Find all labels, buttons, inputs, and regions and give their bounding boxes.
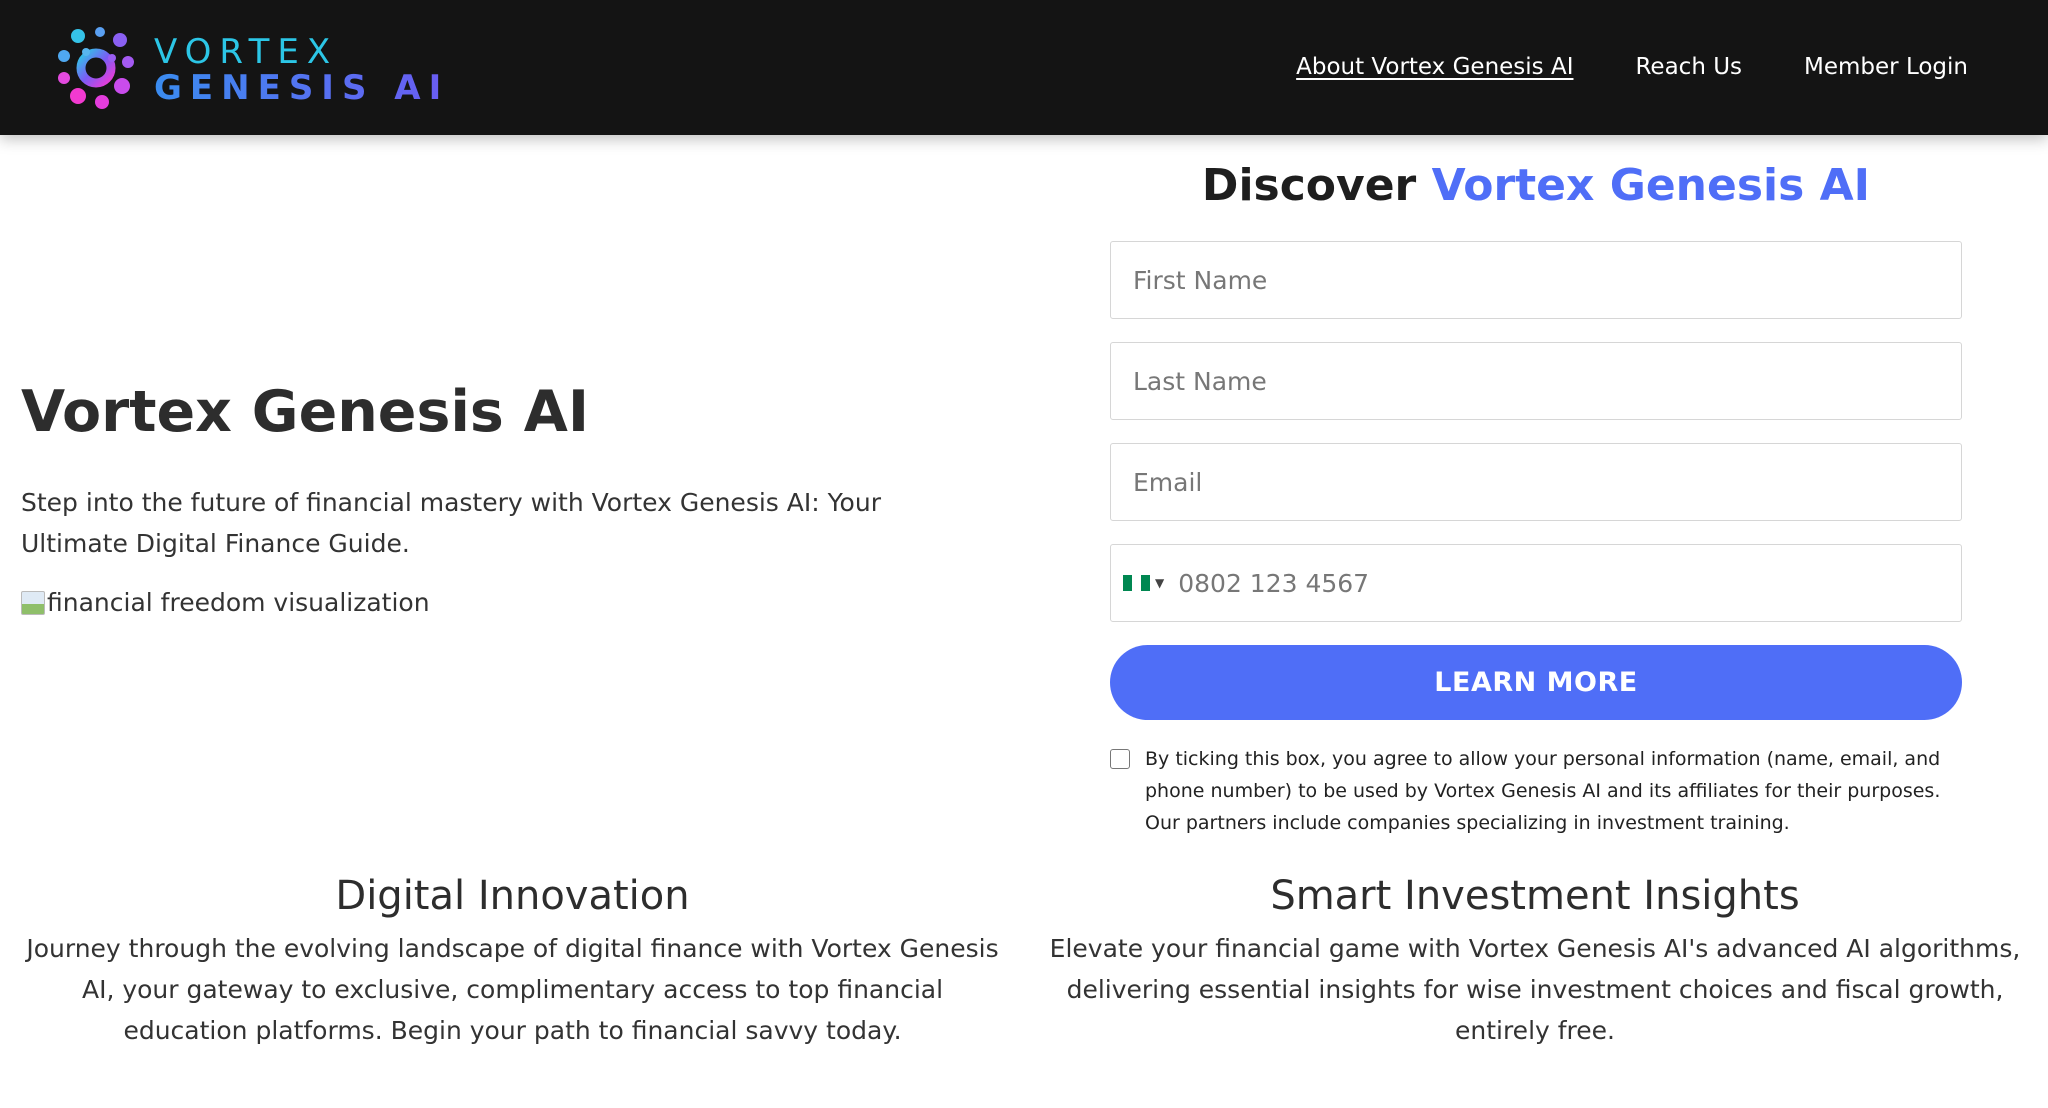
hero-image-alt-text: financial freedom visualization <box>47 588 430 617</box>
hero-subtitle: Step into the future of financial master… <box>21 488 881 558</box>
hero-title: Vortex Genesis AI <box>21 379 590 445</box>
first-name-field <box>1110 241 1962 319</box>
nav-link-member-login[interactable]: Member Login <box>1804 52 1968 82</box>
main-nav: About Vortex Genesis AI Reach Us Member … <box>1296 52 1968 82</box>
phone-field: ▼ <box>1110 544 1962 622</box>
first-name-input[interactable] <box>1111 242 1961 318</box>
nav-link-reach-us[interactable]: Reach Us <box>1635 52 1742 82</box>
nav-link-about[interactable]: About Vortex Genesis AI <box>1296 52 1573 82</box>
consent-checkbox[interactable] <box>1110 749 1130 769</box>
email-input[interactable] <box>1111 444 1961 520</box>
learn-more-button[interactable]: LEARN MORE <box>1110 645 1962 720</box>
site-header: VORTEX GENESIS AI About Vortex Genesis A… <box>0 0 2048 135</box>
feature-digital-innovation: Digital Innovation Journey through the e… <box>20 870 1005 1051</box>
last-name-input[interactable] <box>1111 343 1961 419</box>
feature-title: Digital Innovation <box>335 873 690 919</box>
last-name-field <box>1110 342 1962 420</box>
country-code-selector[interactable]: ▼ <box>1111 545 1164 621</box>
feature-body: Journey through the evolving landscape o… <box>26 934 999 1045</box>
consent-text: By ticking this box, you agree to allow … <box>1145 748 1941 834</box>
feature-body: Elevate your financial game with Vortex … <box>1049 934 2021 1045</box>
form-title: Discover Vortex Genesis AI <box>1110 158 1962 214</box>
brand-logo-mark-icon <box>58 27 134 109</box>
form-title-accent: Vortex Genesis AI <box>1431 160 1871 211</box>
feature-title: Smart Investment Insights <box>1270 873 1800 919</box>
form-title-prefix: Discover <box>1201 160 1417 211</box>
brand-name-line2: GENESIS AI <box>154 68 450 108</box>
brand-name-line1: VORTEX <box>154 32 339 72</box>
consent-row: By ticking this box, you agree to allow … <box>1110 743 1962 839</box>
brand-logo[interactable]: VORTEX GENESIS AI <box>56 26 441 110</box>
nigeria-flag-icon <box>1123 575 1150 591</box>
phone-input[interactable] <box>1164 545 1961 621</box>
hero-image-broken: financial freedom visualization <box>21 588 430 617</box>
broken-image-icon <box>21 590 45 615</box>
chevron-down-icon: ▼ <box>1155 576 1165 590</box>
email-field <box>1110 443 1962 521</box>
feature-smart-investment-insights: Smart Investment Insights Elevate your f… <box>1040 870 2030 1051</box>
